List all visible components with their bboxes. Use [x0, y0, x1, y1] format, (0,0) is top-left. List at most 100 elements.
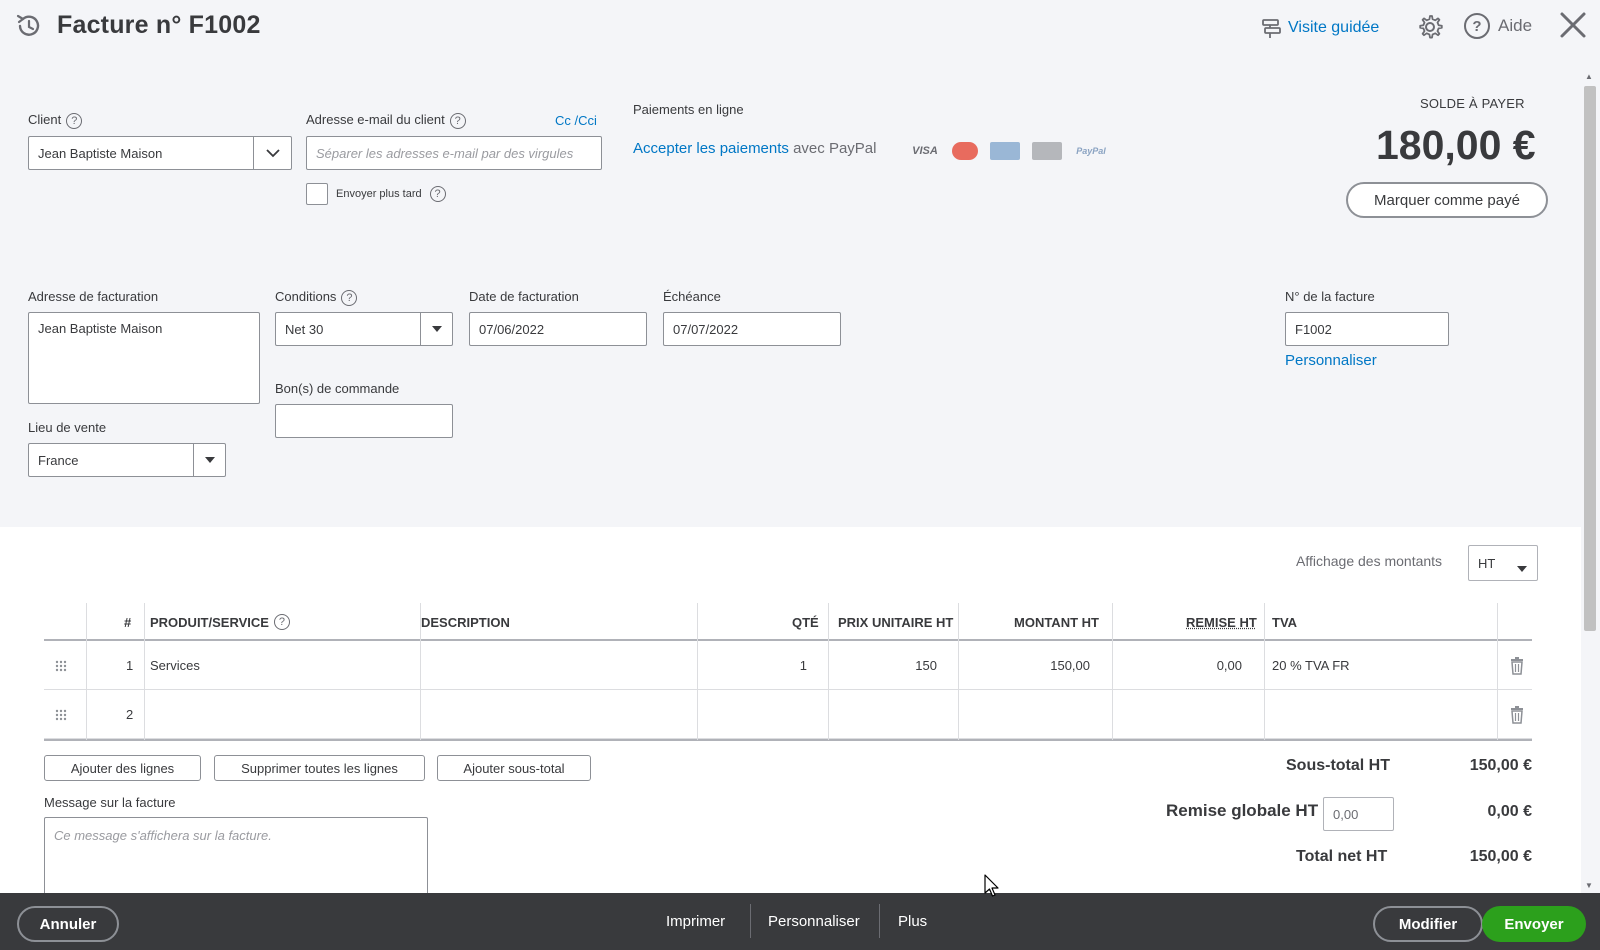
subtotal-value: 150,00 €: [1469, 757, 1532, 774]
row-amount[interactable]: 150,00: [1050, 641, 1090, 690]
drag-handle-icon[interactable]: [54, 641, 68, 690]
row-discount[interactable]: 0,00: [1217, 641, 1242, 690]
column-divider: [697, 603, 698, 740]
scroll-up-icon[interactable]: ▲: [1585, 72, 1593, 81]
send-later-label: Envoyer plus tard: [336, 188, 422, 200]
invoice-date-field[interactable]: 07/06/2022: [469, 312, 647, 346]
col-description: DESCRIPTION: [421, 614, 510, 630]
question-icon[interactable]: ?: [449, 112, 466, 129]
email-field[interactable]: Séparer les adresses e-mail par des virg…: [306, 136, 602, 170]
paypal-icon: PayPal: [1076, 146, 1106, 156]
subtotal-label: Sous-total HT: [1286, 757, 1390, 774]
column-divider: [828, 603, 829, 740]
col-product-label: PRODUIT/SERVICE: [150, 614, 269, 630]
more-button[interactable]: Plus: [898, 913, 927, 930]
invoice-message-label: Message sur la facture: [44, 795, 176, 810]
help-label: Aide: [1498, 16, 1533, 35]
net-total-value: 150,00 €: [1469, 848, 1532, 865]
row-vat[interactable]: 20 % TVA FR: [1272, 641, 1350, 690]
global-discount-label: Remise globale HT: [1166, 801, 1319, 820]
column-divider: [1264, 603, 1265, 740]
footer-customize-button[interactable]: Personnaliser: [768, 913, 860, 930]
row-product[interactable]: Services: [150, 641, 200, 690]
gear-icon[interactable]: [1416, 13, 1444, 41]
net-total-label: Total net HT: [1296, 848, 1388, 865]
column-divider: [420, 603, 421, 740]
row-qty[interactable]: 1: [800, 641, 807, 690]
trash-icon[interactable]: [1510, 690, 1524, 739]
cancel-button[interactable]: Annuler: [17, 906, 119, 942]
print-button[interactable]: Imprimer: [666, 913, 725, 930]
po-field[interactable]: [275, 404, 453, 438]
scrollbar-thumb[interactable]: [1584, 86, 1596, 631]
col-vat: TVA: [1272, 614, 1298, 630]
table-row[interactable]: 1 Services 1 150 150,00 0,00 20 % TVA FR: [44, 641, 1532, 690]
email-placeholder: Séparer les adresses e-mail par des virg…: [316, 145, 574, 161]
delete-all-lines-button[interactable]: Supprimer toutes les lignes: [214, 755, 425, 781]
invoice-message-field[interactable]: Ce message s'affichera sur la facture.: [44, 817, 428, 897]
row-unit-price[interactable]: 150: [915, 641, 937, 690]
question-icon[interactable]: ?: [273, 614, 290, 630]
accept-payments-link[interactable]: Accepter les paiements: [633, 140, 789, 157]
table-row[interactable]: 2: [44, 690, 1532, 739]
scroll-down-icon[interactable]: ▼: [1585, 881, 1593, 890]
footer-divider: [879, 904, 880, 938]
terms-label: Conditions?: [275, 289, 358, 306]
close-icon[interactable]: [1558, 10, 1588, 40]
send-later-checkbox[interactable]: [306, 183, 328, 205]
visa-icon: VISA: [912, 145, 938, 157]
due-date-field[interactable]: 07/07/2022: [663, 312, 841, 346]
due-date-value: 07/07/2022: [673, 321, 739, 337]
paypal-row: Accepter les paiements avec PayPal: [633, 140, 876, 157]
history-icon[interactable]: [14, 11, 44, 41]
page-title: Facture n° F1002: [57, 11, 261, 39]
global-discount-input-value: 0,00: [1333, 806, 1359, 822]
terms-label-text: Conditions: [275, 289, 337, 304]
trash-icon[interactable]: [1510, 641, 1524, 690]
drag-handle-icon[interactable]: [54, 690, 68, 739]
question-icon[interactable]: ?: [429, 186, 446, 202]
guided-tour-link[interactable]: Visite guidée: [1260, 17, 1379, 39]
cursor-icon: [984, 874, 999, 897]
amounts-display-select[interactable]: HT: [1468, 545, 1538, 581]
mark-paid-button[interactable]: Marquer comme payé: [1346, 182, 1548, 218]
invoice-number-field[interactable]: F1002: [1285, 312, 1449, 346]
chevron-down-icon[interactable]: [253, 137, 291, 169]
billing-address-label: Adresse de facturation: [28, 289, 159, 304]
add-subtotal-button[interactable]: Ajouter sous-total: [437, 755, 591, 781]
customize-link[interactable]: Personnaliser: [1285, 352, 1377, 369]
question-icon[interactable]: ?: [66, 112, 83, 129]
caret-down-icon[interactable]: [420, 313, 452, 345]
client-select[interactable]: Jean Baptiste Maison: [28, 136, 292, 170]
send-button[interactable]: Envoyer: [1482, 906, 1586, 942]
paypal-suffix: avec PayPal: [788, 140, 877, 157]
global-discount-input[interactable]: 0,00: [1323, 797, 1394, 831]
help-button[interactable]: ? Aide: [1464, 13, 1532, 39]
col-unit-price: PRIX UNITAIRE HT: [838, 614, 954, 630]
client-label: Client?: [28, 112, 83, 129]
column-divider: [86, 603, 87, 740]
row-number: 2: [126, 707, 134, 722]
edit-button[interactable]: Modifier: [1373, 906, 1483, 942]
cb-icon: CB: [1032, 142, 1062, 160]
question-icon[interactable]: ?: [341, 289, 358, 306]
col-amount: MONTANT HT: [1014, 614, 1099, 630]
mastercard-icon: MC: [952, 142, 978, 160]
row-number: 1: [126, 658, 134, 673]
invoice-message-placeholder: Ce message s'affichera sur la facture.: [54, 828, 272, 843]
caret-down-icon[interactable]: [193, 444, 225, 476]
table-bottom-border: [44, 739, 1532, 741]
caret-down-icon: [1517, 560, 1527, 575]
place-of-sale-label: Lieu de vente: [28, 420, 107, 435]
payment-cards: VISA MC AMEX CB PayPal: [910, 142, 1108, 160]
col-qty: QTÉ: [792, 614, 819, 630]
email-label-text: Adresse e-mail du client: [306, 112, 445, 127]
send-later-row: Envoyer plus tard ?: [306, 183, 446, 205]
cc-bcc-link[interactable]: Cc /Cci: [555, 113, 597, 128]
billing-address-field[interactable]: Jean Baptiste Maison: [28, 312, 260, 404]
place-of-sale-value: France: [38, 452, 79, 468]
place-of-sale-select[interactable]: France: [28, 443, 226, 477]
add-lines-button[interactable]: Ajouter des lignes: [44, 755, 201, 781]
invoice-number-value: F1002: [1295, 321, 1332, 337]
terms-select[interactable]: Net 30: [275, 312, 453, 346]
